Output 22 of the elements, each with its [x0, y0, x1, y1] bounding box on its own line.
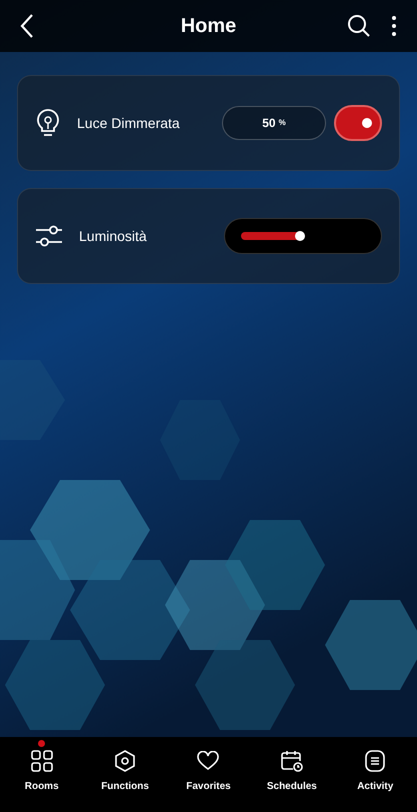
nav-tab[interactable]: Favorites — [186, 779, 231, 794]
more-icon[interactable] — [391, 15, 397, 37]
unit-text: % — [278, 117, 286, 129]
sliders-icon — [35, 224, 63, 248]
nav-tab[interactable]: Activity — [357, 779, 394, 794]
slider-fill[interactable] — [241, 232, 304, 240]
nav-tab[interactable]: Schedules — [266, 779, 317, 794]
back-icon[interactable] — [20, 13, 34, 39]
screen-title: Home — [180, 14, 236, 39]
search-icon[interactable] — [347, 14, 371, 38]
device-name: Luce Dimmerata — [77, 114, 180, 132]
nav-tab[interactable]: Functions — [101, 779, 149, 794]
hexagon-icon — [114, 750, 136, 772]
value-text: 50 — [262, 115, 276, 132]
nav-tab[interactable]: Rooms — [24, 779, 59, 794]
grid-icon — [30, 750, 53, 772]
heart-icon — [197, 751, 220, 771]
lightbulb-icon — [35, 108, 61, 138]
device-name: Luminosità — [79, 226, 147, 246]
calendar-clock-icon — [280, 750, 303, 772]
list-icon — [365, 750, 386, 772]
toggle-switch[interactable] — [334, 105, 382, 141]
